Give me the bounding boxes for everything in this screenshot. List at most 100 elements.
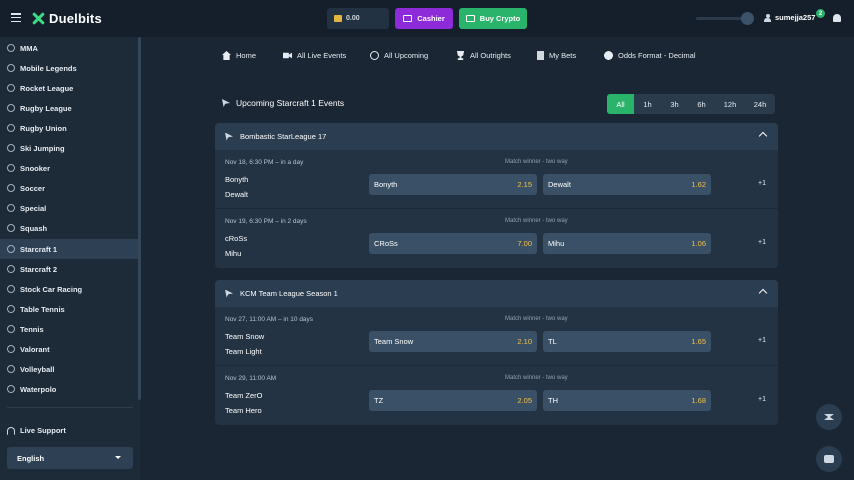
odds-selection: Mihu (548, 239, 565, 248)
soccer-icon (7, 184, 15, 192)
mobile-legends-icon (7, 64, 15, 72)
nav-all-live-events[interactable]: All Live Events (283, 51, 346, 60)
team-away[interactable]: Dewalt (225, 190, 248, 199)
language-value: English (17, 453, 45, 463)
team-away[interactable]: Mihu (225, 249, 241, 258)
odds-button[interactable]: TZ 2.05 (369, 390, 537, 411)
balance-value: 0.00 (346, 15, 360, 22)
sidebar-item-ski-jumping[interactable]: Ski Jumping (0, 138, 138, 158)
more-markets-link[interactable]: +1 (758, 337, 766, 344)
user-menu[interactable]: sumejja257 (764, 13, 815, 22)
odds-button[interactable]: CRoSs 7.00 (369, 233, 537, 254)
team-home[interactable]: Team Snow (225, 332, 264, 341)
odds-button[interactable]: Mihu 1.06 (543, 233, 711, 254)
sidebar-item-mma[interactable]: MMA (0, 38, 138, 58)
valorant-icon (7, 345, 15, 353)
more-markets-link[interactable]: +1 (758, 239, 766, 246)
sidebar-item-special[interactable]: Special (0, 198, 138, 218)
match-row: Nov 27, 11:00 AM – in 10 days Match winn… (215, 307, 778, 366)
match-time: Nov 19, 6:30 PM – in 2 days (225, 218, 307, 225)
sidebar-item-label: MMA (20, 43, 38, 53)
filter-6h[interactable]: 6h (688, 94, 715, 114)
filter-12h[interactable]: 12h (715, 94, 745, 114)
team-home[interactable]: Team ZerO (225, 391, 263, 400)
match-time: Nov 18, 6:30 PM – in a day (225, 159, 304, 166)
nav-all-outrights[interactable]: All Outrights (456, 51, 511, 60)
chevron-up-icon[interactable] (758, 131, 768, 141)
sidebar-item-tennis[interactable]: Tennis (0, 319, 138, 339)
username: sumejja257 (775, 13, 816, 22)
match-row: Nov 29, 11:00 AM Match winner - two way … (215, 366, 778, 425)
chat-button[interactable] (816, 446, 842, 472)
sidebar-item-stock-car-racing[interactable]: Stock Car Racing (0, 279, 138, 299)
chevron-up-icon[interactable] (758, 288, 768, 298)
match-time: Nov 27, 11:00 AM – in 10 days (225, 316, 314, 323)
league-header[interactable]: KCM Team League Season 1 (215, 280, 778, 307)
odds-selection: Bonyth (374, 180, 398, 189)
sidebar-item-waterpolo[interactable]: Waterpolo (0, 379, 138, 399)
odds-button[interactable]: Team Snow 2.10 (369, 331, 537, 352)
cashier-button[interactable]: Cashier (395, 8, 453, 29)
odds-value: 1.06 (691, 239, 706, 248)
sidebar-item-label: Table Tennis (20, 304, 65, 314)
more-markets-link[interactable]: +1 (758, 180, 766, 187)
sidebar-item-squash[interactable]: Squash (0, 218, 138, 238)
sidebar-item-rugby-league[interactable]: Rugby League (0, 98, 138, 118)
starcraft-icon (222, 99, 230, 107)
notification-badge: 2 (816, 9, 825, 18)
bell-icon[interactable] (833, 14, 841, 22)
volleyball-icon (7, 365, 15, 373)
sidebar-scrollbar[interactable] (138, 37, 141, 400)
team-away[interactable]: Team Hero (225, 406, 262, 415)
sidebar-item-label: Ski Jumping (20, 143, 65, 153)
sidebar-item-mobile-legends[interactable]: Mobile Legends (0, 58, 138, 78)
odds-button[interactable]: Bonyth 2.15 (369, 174, 537, 195)
bet-slip-button[interactable] (816, 404, 842, 430)
more-markets-link[interactable]: +1 (758, 396, 766, 403)
league-card: KCM Team League Season 1 Nov 27, 11:00 A… (215, 280, 778, 425)
filter-24h[interactable]: 24h (745, 94, 775, 114)
odds-button[interactable]: Dewalt 1.62 (543, 174, 711, 195)
sidebar-item-label: Mobile Legends (20, 63, 77, 73)
language-select[interactable]: English (7, 447, 133, 469)
nav-my-bets[interactable]: My Bets (537, 51, 576, 60)
team-away[interactable]: Team Light (225, 347, 262, 356)
live-support-link[interactable]: Live Support (7, 426, 66, 435)
odds-value: 1.65 (691, 337, 706, 346)
menu-icon[interactable] (11, 13, 21, 22)
level-badge-icon[interactable] (741, 12, 754, 25)
nav-all-upcoming[interactable]: All Upcoming (370, 51, 428, 60)
filter-all[interactable]: All (607, 94, 634, 114)
team-home[interactable]: Bonyth (225, 175, 248, 184)
filter-1h[interactable]: 1h (634, 94, 661, 114)
sidebar-item-label: Waterpolo (20, 384, 57, 394)
sidebar-divider (7, 407, 133, 408)
sidebar-item-rocket-league[interactable]: Rocket League (0, 78, 138, 98)
market-label: Match winner - two way (505, 316, 568, 322)
market-label: Match winner - two way (505, 375, 568, 381)
sidebar-item-table-tennis[interactable]: Table Tennis (0, 299, 138, 319)
top-bar: Duelbits 0.00 Cashier Buy Crypto sumejja… (0, 0, 854, 37)
balance-display[interactable]: 0.00 (327, 8, 389, 29)
odds-button[interactable]: TL 1.65 (543, 331, 711, 352)
buy-crypto-button[interactable]: Buy Crypto (459, 8, 527, 29)
team-home[interactable]: cRoSs (225, 234, 247, 243)
sidebar-item-starcraft-2[interactable]: Starcraft 2 (0, 259, 138, 279)
market-label: Match winner - two way (505, 218, 568, 224)
league-name: KCM Team League Season 1 (240, 289, 338, 298)
starcraft-icon (7, 245, 15, 253)
nav-odds-format[interactable]: Odds Format - Decimal (604, 51, 696, 60)
filter-3h[interactable]: 3h (661, 94, 688, 114)
nav-home[interactable]: Home (222, 51, 256, 60)
coin-icon (334, 15, 342, 22)
sidebar-item-volleyball[interactable]: Volleyball (0, 359, 138, 379)
sidebar-item-soccer[interactable]: Soccer (0, 178, 138, 198)
sidebar-item-rugby-union[interactable]: Rugby Union (0, 118, 138, 138)
logo[interactable]: Duelbits (32, 11, 102, 26)
league-header[interactable]: Bombastic StarLeague 17 (215, 123, 778, 150)
odds-selection: Team Snow (374, 337, 414, 346)
sidebar-item-valorant[interactable]: Valorant (0, 339, 138, 359)
odds-button[interactable]: TH 1.68 (543, 390, 711, 411)
sidebar-item-starcraft-1[interactable]: Starcraft 1 (0, 239, 138, 259)
sidebar-item-snooker[interactable]: Snooker (0, 158, 138, 178)
